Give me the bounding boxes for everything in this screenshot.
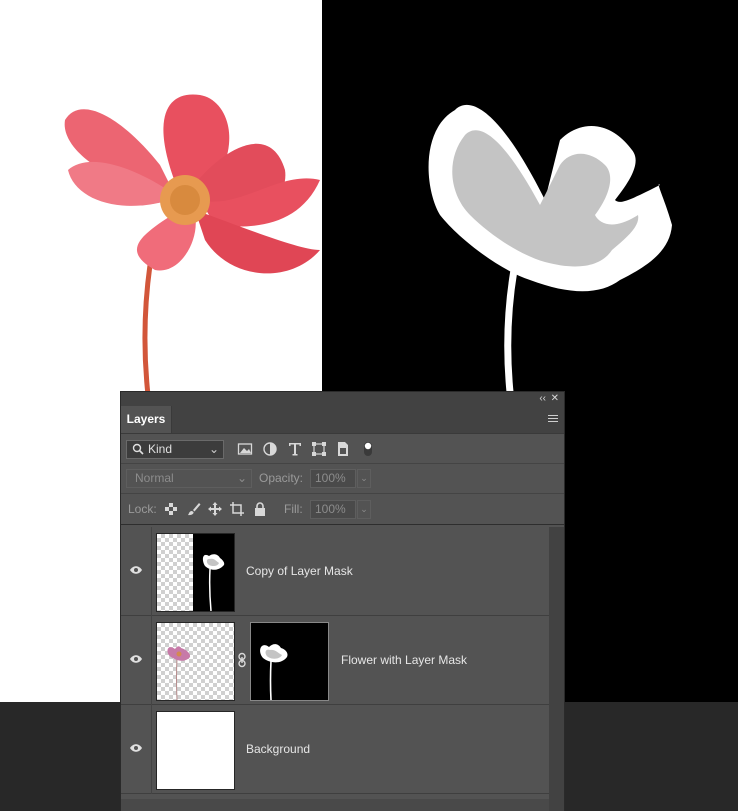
- visibility-eye-icon[interactable]: [127, 705, 147, 794]
- type-layer-filter-icon[interactable]: [287, 441, 303, 457]
- filter-kind-select[interactable]: Kind ⌄: [126, 440, 224, 459]
- search-icon: [132, 443, 144, 455]
- layer-name[interactable]: Copy of Layer Mask: [246, 527, 353, 616]
- fill-dropdown-icon[interactable]: ⌄: [357, 500, 371, 519]
- lock-row: Lock: Fill: 100% ⌄: [121, 494, 564, 525]
- layer-row-background[interactable]: Background: [121, 705, 549, 794]
- layer-thumbnail[interactable]: [156, 533, 235, 612]
- chevron-down-icon: ⌄: [208, 442, 219, 456]
- blend-mode-value: Normal: [135, 471, 174, 485]
- close-panel-icon[interactable]: ✕: [551, 392, 559, 406]
- collapse-panel-icon[interactable]: ‹‹: [539, 392, 546, 406]
- pixel-layer-filter-icon[interactable]: [237, 441, 253, 457]
- panel-footer: [121, 799, 549, 811]
- panel-tab-row: Layers: [121, 406, 564, 434]
- filter-row: Kind ⌄: [121, 434, 564, 464]
- tab-layers[interactable]: Layers: [121, 406, 172, 433]
- opacity-dropdown-icon[interactable]: ⌄: [357, 469, 371, 488]
- prevent-autonest-icon[interactable]: [229, 501, 245, 517]
- lock-all-icon[interactable]: [252, 501, 268, 517]
- chevron-down-icon: ⌄: [236, 471, 247, 485]
- blend-row: Normal ⌄ Opacity: 100% ⌄: [121, 464, 564, 494]
- lock-position-icon[interactable]: [207, 501, 223, 517]
- filter-kind-label: Kind: [148, 442, 173, 456]
- lock-label: Lock:: [128, 502, 157, 516]
- visibility-eye-icon[interactable]: [127, 616, 147, 705]
- panel-title-bar[interactable]: ‹‹ ✕: [121, 392, 564, 406]
- smart-object-filter-icon[interactable]: [335, 441, 351, 457]
- layer-thumbnail[interactable]: [156, 711, 235, 790]
- filter-toggle-icon[interactable]: [360, 441, 376, 457]
- fill-label: Fill:: [284, 502, 303, 516]
- panel-menu-icon[interactable]: [548, 415, 558, 424]
- layers-panel: ‹‹ ✕ Layers Kind ⌄ Normal ⌄ Opacity: 100…: [120, 391, 565, 811]
- layer-thumbnail[interactable]: [156, 622, 235, 701]
- shape-layer-filter-icon[interactable]: [311, 441, 327, 457]
- adjustment-layer-filter-icon[interactable]: [262, 441, 278, 457]
- layers-scrollbar[interactable]: [549, 527, 564, 811]
- layer-row-flower-with-layer-mask[interactable]: Flower with Layer Mask: [121, 616, 549, 705]
- fill-field[interactable]: 100%: [310, 500, 356, 519]
- layer-row-copy-of-layer-mask[interactable]: Copy of Layer Mask: [121, 527, 549, 616]
- lock-transparent-pixels-icon[interactable]: [163, 501, 179, 517]
- lock-image-pixels-icon[interactable]: [186, 501, 202, 517]
- flower-image: [64, 94, 320, 396]
- visibility-eye-icon[interactable]: [127, 527, 147, 616]
- mask-link-chain-icon[interactable]: [236, 652, 248, 668]
- layer-name[interactable]: Background: [246, 705, 310, 794]
- blend-mode-select[interactable]: Normal ⌄: [126, 469, 252, 488]
- mask-silhouette: [428, 104, 672, 393]
- layer-mask-thumbnail[interactable]: [250, 622, 329, 701]
- opacity-field[interactable]: 100%: [310, 469, 356, 488]
- layers-list: Copy of Layer Mask Flower with Layer Mas…: [121, 527, 549, 799]
- opacity-label: Opacity:: [259, 471, 304, 485]
- layer-name[interactable]: Flower with Layer Mask: [341, 616, 467, 705]
